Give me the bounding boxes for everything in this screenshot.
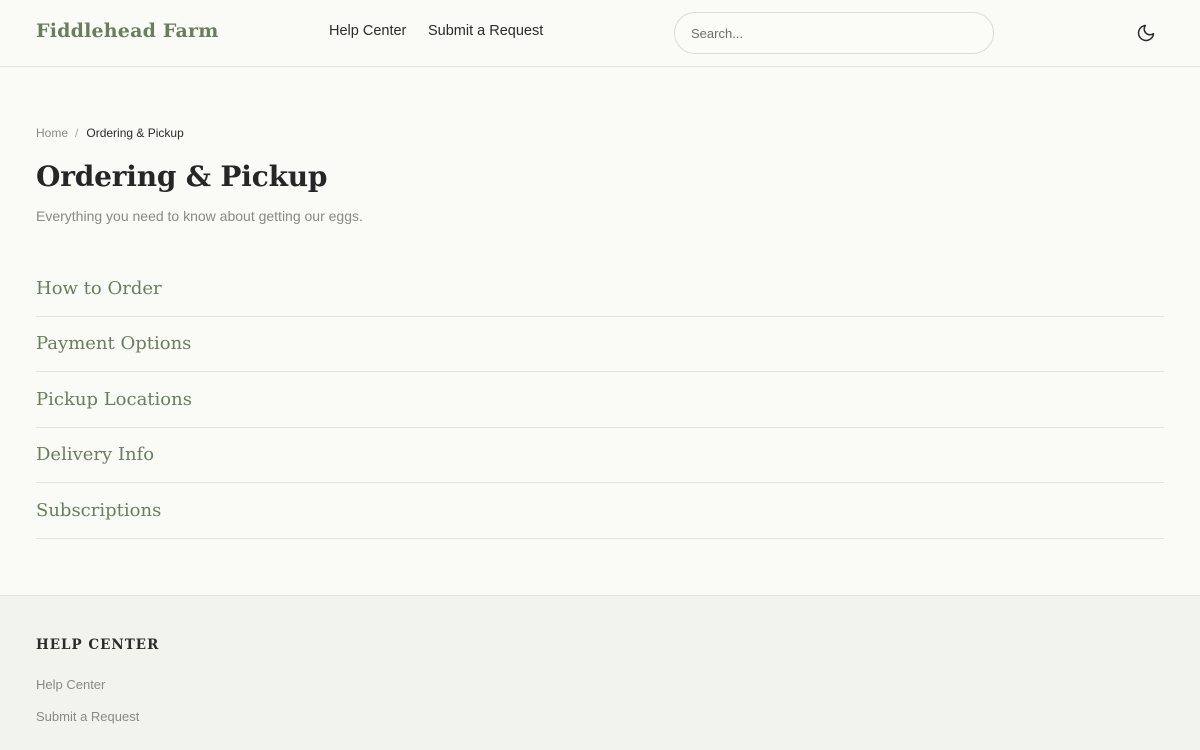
footer-submit-request-link[interactable]: Submit a Request: [36, 709, 139, 724]
nav-help-center-link[interactable]: Help Center: [329, 23, 406, 39]
section-link-payment-options[interactable]: Payment Options: [36, 333, 191, 354]
section-link-pickup-locations[interactable]: Pickup Locations: [36, 389, 192, 410]
moon-icon: [1137, 24, 1155, 42]
site-header: Fiddlehead Farm Help Center Submit a Req…: [0, 0, 1200, 67]
breadcrumb-separator: /: [75, 126, 79, 140]
breadcrumb: Home / Ordering & Pickup: [36, 126, 184, 140]
theme-toggle-button[interactable]: [1133, 20, 1159, 46]
section-list-item: Delivery Info: [36, 428, 1164, 483]
footer-heading: HELP CENTER: [36, 637, 160, 653]
brand-logo-link[interactable]: Fiddlehead Farm: [36, 20, 219, 42]
breadcrumb-current: Ordering & Pickup: [86, 126, 184, 140]
section-list-item: Pickup Locations: [36, 372, 1164, 428]
site-footer: HELP CENTER Help Center Submit a Request: [0, 595, 1200, 750]
section-list-item: Payment Options: [36, 317, 1164, 372]
page-subtitle: Everything you need to know about gettin…: [36, 208, 363, 224]
section-list-item: Subscriptions: [36, 483, 1164, 539]
section-list: How to Order Payment Options Pickup Loca…: [36, 261, 1164, 539]
search-input[interactable]: [691, 13, 981, 53]
section-link-delivery-info[interactable]: Delivery Info: [36, 444, 154, 465]
section-link-subscriptions[interactable]: Subscriptions: [36, 500, 161, 521]
nav-submit-request-link[interactable]: Submit a Request: [428, 23, 543, 39]
section-list-item: How to Order: [36, 261, 1164, 317]
breadcrumb-home-link[interactable]: Home: [36, 126, 68, 140]
search-box: [674, 12, 994, 54]
footer-help-center-link[interactable]: Help Center: [36, 677, 105, 692]
page-title: Ordering & Pickup: [36, 160, 328, 193]
section-link-how-to-order[interactable]: How to Order: [36, 278, 162, 299]
